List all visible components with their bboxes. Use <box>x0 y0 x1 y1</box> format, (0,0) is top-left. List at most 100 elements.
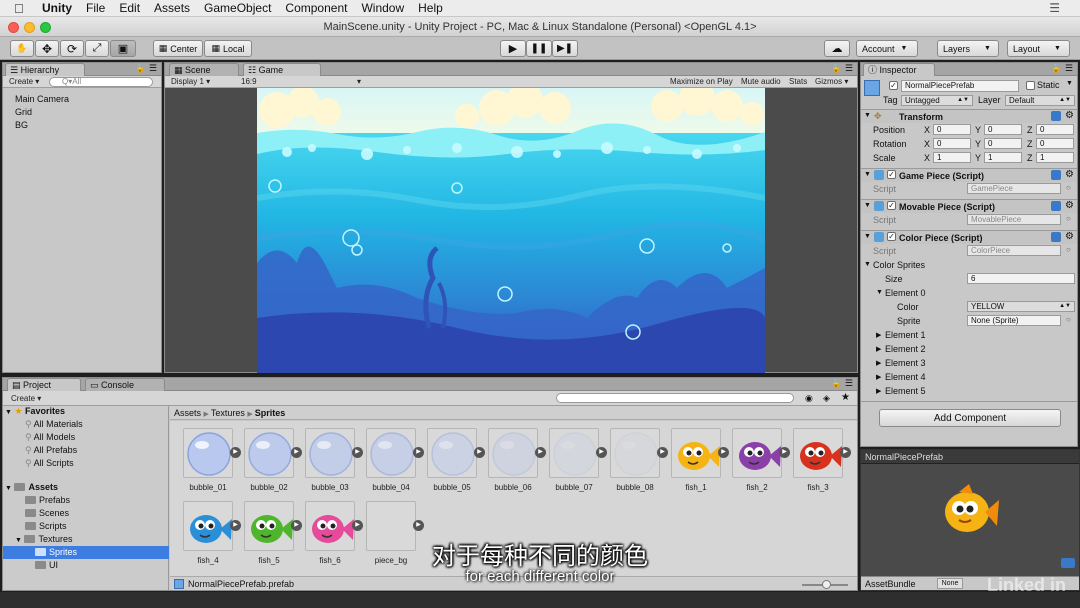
asset-item[interactable]: ▶ fish_1 <box>671 428 729 492</box>
rect-tool-button[interactable]: ▣ <box>110 40 136 57</box>
static-checkbox[interactable] <box>1026 81 1035 90</box>
expand-arrow-icon[interactable]: ▶ <box>413 447 424 458</box>
size-field[interactable]: 6 <box>967 273 1075 284</box>
menu-gameobject[interactable]: GameObject <box>204 1 271 15</box>
rotate-tool-button[interactable]: ⟳ <box>60 40 84 57</box>
favorite-all-scripts[interactable]: ⚲ All Scripts <box>25 458 74 469</box>
color-piece-header[interactable]: ▼ ✓ Color Piece (Script) ⚙ <box>861 230 1077 244</box>
favorite-star-icon[interactable]: ★ <box>841 392 850 403</box>
folder-scenes[interactable]: Scenes <box>25 508 69 518</box>
expand-arrow-icon[interactable]: ▶ <box>291 447 302 458</box>
cloud-button[interactable]: ☁ <box>824 40 850 57</box>
scale-tool-button[interactable]: ⤢ <box>85 40 109 57</box>
asset-item[interactable]: ▶ fish_2 <box>732 428 790 492</box>
add-component-button[interactable]: Add Component <box>879 409 1061 427</box>
asset-item[interactable]: ▶ fish_3 <box>793 428 851 492</box>
chevron-right-icon[interactable]: ▶ <box>876 345 881 353</box>
asset-item[interactable]: ▶ bubble_08 <box>610 428 668 492</box>
transform-header[interactable]: ▼ ✥ Transform ⚙ <box>861 109 1077 123</box>
chevron-down-icon[interactable]: ▼ <box>876 289 883 296</box>
folder-scripts[interactable]: Scripts <box>25 521 67 531</box>
panel-menu-icon[interactable]: ☰ <box>1065 63 1073 74</box>
chevron-right-icon[interactable]: ▶ <box>876 387 881 395</box>
tab-scene[interactable]: ▦ Scene <box>169 63 239 76</box>
maximize-window-icon[interactable] <box>40 22 51 33</box>
pivot-center-button[interactable]: ▦ Center <box>153 40 203 57</box>
element-3-foldout[interactable]: Element 3 <box>885 358 926 368</box>
favorite-all-materials[interactable]: ⚲ All Materials <box>25 419 83 430</box>
gear-icon[interactable]: ⚙ <box>1065 169 1074 180</box>
hierarchy-search-input[interactable]: Q▾All <box>49 77 153 87</box>
asset-item[interactable]: ▶ bubble_04 <box>366 428 424 492</box>
chevron-right-icon[interactable]: ▶ <box>876 331 881 339</box>
expand-arrow-icon[interactable]: ▶ <box>230 520 241 531</box>
color-sprites-foldout[interactable]: Color Sprites <box>873 260 925 270</box>
chevron-right-icon[interactable]: ▶ <box>876 373 881 381</box>
hierarchy-item-bg[interactable]: BG <box>15 120 28 130</box>
menu-window[interactable]: Window <box>361 1 404 15</box>
rotation-z-field[interactable]: 0 <box>1036 138 1074 149</box>
asset-item[interactable]: ▶ bubble_05 <box>427 428 485 492</box>
game-piece-enabled-checkbox[interactable]: ✓ <box>887 170 896 179</box>
game-piece-header[interactable]: ▼ ✓ Game Piece (Script) ⚙ <box>861 168 1077 182</box>
aspect-dropdown[interactable]: 16:9 ▾ <box>241 77 361 87</box>
menu-help[interactable]: Help <box>418 1 443 15</box>
element-0-foldout[interactable]: Element 0 <box>885 288 926 298</box>
stats-toggle[interactable]: Stats <box>789 77 807 87</box>
tab-console[interactable]: ▭ Console <box>85 378 165 391</box>
gizmos-dropdown[interactable]: Gizmos ▾ <box>815 77 848 87</box>
position-z-field[interactable]: 0 <box>1036 124 1074 135</box>
maximize-on-play-toggle[interactable]: Maximize on Play <box>670 77 733 87</box>
game-view-ocean-background[interactable] <box>257 88 765 373</box>
menu-list-icon[interactable]: ☰ <box>1049 1 1060 15</box>
lock-icon[interactable]: 🔒 <box>831 379 841 388</box>
expand-arrow-icon[interactable]: ▶ <box>291 520 302 531</box>
scale-y-field[interactable]: 1 <box>984 152 1022 163</box>
minimize-window-icon[interactable] <box>24 22 35 33</box>
hierarchy-item-grid[interactable]: Grid <box>15 107 32 117</box>
expand-arrow-icon[interactable]: ▶ <box>779 447 790 458</box>
expand-arrow-icon[interactable]: ▶ <box>230 447 241 458</box>
expand-arrow-icon[interactable]: ▶ <box>596 447 607 458</box>
breadcrumb-assets[interactable]: Assets <box>174 408 201 418</box>
expand-arrow-icon[interactable]: ▶ <box>657 447 668 458</box>
close-window-icon[interactable] <box>8 22 19 33</box>
mute-audio-toggle[interactable]: Mute audio <box>741 77 781 87</box>
panel-menu-icon[interactable]: ☰ <box>845 378 853 389</box>
expand-arrow-icon[interactable]: ▶ <box>718 447 729 458</box>
favorites-section[interactable]: ▼ ★ Favorites <box>5 406 65 417</box>
color-dropdown[interactable]: YELLOW ▲▼ <box>967 301 1075 312</box>
help-book-icon[interactable] <box>1051 111 1061 121</box>
gear-icon[interactable]: ⚙ <box>1065 200 1074 211</box>
space-local-button[interactable]: ▦ Local <box>204 40 252 57</box>
asset-item[interactable]: ▶ bubble_06 <box>488 428 546 492</box>
asset-item[interactable]: ▶ bubble_03 <box>305 428 363 492</box>
rotation-y-field[interactable]: 0 <box>984 138 1022 149</box>
play-button[interactable]: ▶ <box>500 40 526 57</box>
help-book-icon[interactable] <box>1051 170 1061 180</box>
active-checkbox[interactable]: ✓ <box>889 81 898 90</box>
step-button[interactable]: ▶❚ <box>552 40 578 57</box>
movable-piece-header[interactable]: ▼ ✓ Movable Piece (Script) ⚙ <box>861 199 1077 213</box>
account-dropdown[interactable]: Account ▼ <box>856 40 918 57</box>
assets-section[interactable]: ▼ Assets <box>5 482 58 492</box>
favorite-all-models[interactable]: ⚲ All Models <box>25 432 75 443</box>
panel-menu-icon[interactable]: ☰ <box>845 63 853 74</box>
move-tool-button[interactable]: ✥ <box>35 40 59 57</box>
tab-game[interactable]: ☷ Game <box>243 63 321 76</box>
expand-arrow-icon[interactable]: ▶ <box>535 447 546 458</box>
object-name-input[interactable]: NormalPiecePrefab <box>901 80 1019 92</box>
chevron-right-icon[interactable]: ▶ <box>876 359 881 367</box>
breadcrumb-sprites[interactable]: Sprites <box>255 408 286 418</box>
help-book-icon[interactable] <box>1051 232 1061 242</box>
menu-edit[interactable]: Edit <box>119 1 140 15</box>
object-picker-icon[interactable]: ○ <box>1066 245 1071 254</box>
expand-arrow-icon[interactable]: ▶ <box>840 447 851 458</box>
breadcrumb-textures[interactable]: Textures <box>211 408 245 418</box>
element-4-foldout[interactable]: Element 4 <box>885 372 926 382</box>
layers-dropdown[interactable]: Layers ▼ <box>937 40 999 57</box>
filter-label-icon[interactable]: ◈ <box>823 393 830 404</box>
lock-icon[interactable]: 🔒 <box>1051 64 1061 73</box>
expand-arrow-icon[interactable]: ▶ <box>352 520 363 531</box>
lock-icon[interactable]: 🔒 <box>135 64 145 73</box>
